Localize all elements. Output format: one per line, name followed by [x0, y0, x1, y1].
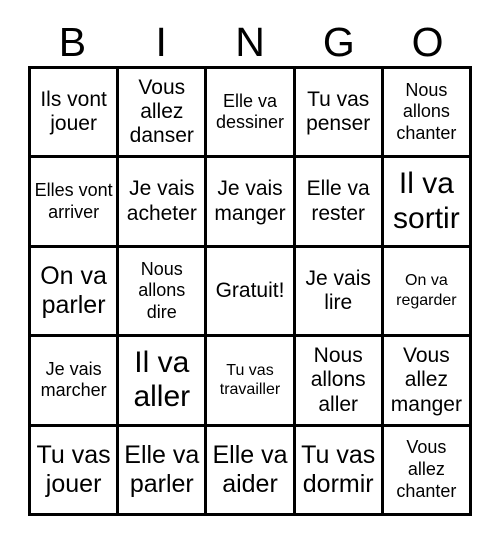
- bingo-cell-r2c4[interactable]: Elle va rester: [295, 158, 384, 248]
- bingo-cell-label: Nous allons chanter: [396, 79, 457, 143]
- bingo-cell-label: Il va aller: [133, 346, 191, 414]
- bingo-card: B I N G O Ils vont jouer Vous allez dans…: [0, 0, 501, 544]
- bingo-cell-r1c2[interactable]: Vous allez danser: [119, 69, 208, 159]
- bingo-cell-label: Gratuit!: [215, 278, 285, 302]
- bingo-header-letter-n: N: [235, 18, 265, 65]
- bingo-cell-label: Nous allons aller: [310, 343, 366, 416]
- bingo-cell-r4c2[interactable]: Il va aller: [119, 337, 208, 427]
- bingo-cell-label: Elle va dessiner: [215, 90, 285, 133]
- bingo-cell-label: Elle va rester: [306, 177, 370, 225]
- bingo-cell-label: Elle va aider: [212, 441, 288, 498]
- bingo-cell-r1c4[interactable]: Tu vas penser: [295, 69, 384, 159]
- bingo-header-letter-o: O: [411, 18, 444, 65]
- bingo-header-letter-i: I: [155, 18, 167, 65]
- bingo-cell-r1c3[interactable]: Elle va dessiner: [207, 69, 296, 159]
- bingo-cell-label: Vous allez chanter: [396, 437, 457, 501]
- bingo-cell-r1c5[interactable]: Nous allons chanter: [383, 69, 472, 159]
- bingo-cell-r2c5[interactable]: Il va sortir: [383, 158, 472, 248]
- bingo-cell-label: Il va sortir: [393, 167, 460, 235]
- bingo-cell-label: Tu vas travailler: [219, 361, 281, 399]
- bingo-cell-r3c4[interactable]: Je vais lire: [295, 247, 384, 338]
- bingo-cell-label: Elles vont arriver: [34, 180, 113, 222]
- bingo-grid: Ils vont jouer Vous allez danser Elle va…: [28, 66, 472, 516]
- bingo-cell-label: Tu vas dormir: [301, 441, 376, 498]
- bingo-cell-r2c3[interactable]: Je vais manger: [207, 158, 296, 248]
- bingo-cell-label: Je vais manger: [214, 177, 286, 225]
- bingo-cell-r2c1[interactable]: Elles vont arriver: [31, 158, 120, 248]
- bingo-cell-r3c3-free[interactable]: Gratuit!: [207, 247, 296, 338]
- bingo-cell-r5c2[interactable]: Elle va parler: [119, 426, 208, 516]
- bingo-cell-label: Nous allons dire: [138, 258, 186, 322]
- bingo-cell-r3c1[interactable]: On va parler: [31, 247, 120, 338]
- bingo-cell-r2c2[interactable]: Je vais acheter: [119, 158, 208, 248]
- bingo-header: B I N G O: [28, 18, 472, 66]
- bingo-cell-r4c5[interactable]: Vous allez manger: [383, 337, 472, 427]
- bingo-header-letter-g: G: [322, 18, 355, 65]
- bingo-cell-label: On va regarder: [396, 272, 457, 309]
- bingo-cell-label: Je vais marcher: [40, 358, 107, 401]
- bingo-cell-label: Vous allez manger: [390, 343, 462, 416]
- bingo-header-letter-b: B: [58, 18, 87, 65]
- bingo-cell-label: Ils vont jouer: [40, 87, 107, 136]
- bingo-cell-label: Tu vas penser: [306, 87, 371, 136]
- bingo-cell-r1c1[interactable]: Ils vont jouer: [31, 69, 120, 159]
- bingo-cell-label: Je vais acheter: [126, 177, 197, 225]
- bingo-cell-r4c4[interactable]: Nous allons aller: [295, 337, 384, 427]
- bingo-cell-label: Je vais lire: [305, 266, 371, 314]
- bingo-cell-r4c3[interactable]: Tu vas travailler: [207, 337, 296, 427]
- bingo-cell-r4c1[interactable]: Je vais marcher: [31, 337, 120, 427]
- bingo-cell-label: Elle va parler: [124, 441, 200, 498]
- bingo-cell-label: Tu vas jouer: [36, 441, 111, 498]
- bingo-cell-label: On va parler: [40, 262, 107, 319]
- bingo-cell-r5c5[interactable]: Vous allez chanter: [383, 426, 472, 516]
- bingo-cell-r5c4[interactable]: Tu vas dormir: [295, 426, 384, 516]
- bingo-cell-r5c1[interactable]: Tu vas jouer: [31, 426, 120, 516]
- bingo-cell-r5c3[interactable]: Elle va aider: [207, 426, 296, 516]
- bingo-cell-label: Vous allez danser: [129, 75, 194, 148]
- bingo-cell-r3c2[interactable]: Nous allons dire: [119, 247, 208, 338]
- bingo-cell-r3c5[interactable]: On va regarder: [383, 247, 472, 338]
